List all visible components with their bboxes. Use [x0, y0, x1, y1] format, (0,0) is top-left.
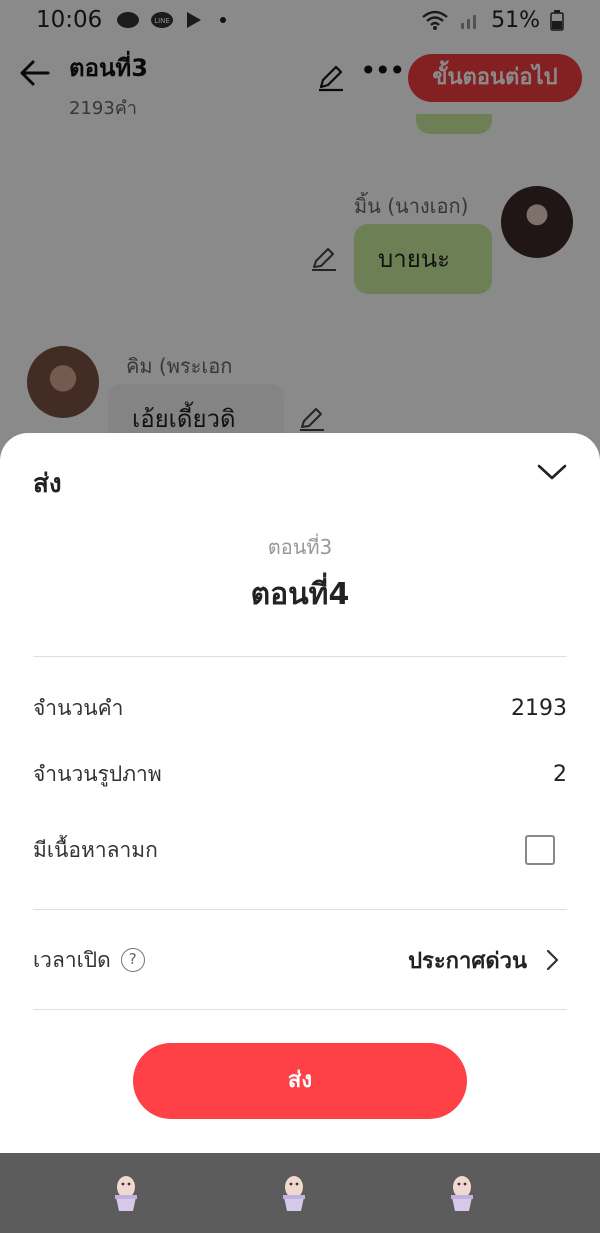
publish-time-row[interactable]: เวลาเปิด ? ประกาศด่วน: [33, 940, 567, 980]
cactus-pot-icon[interactable]: [110, 1173, 142, 1213]
publish-time-value: ประกาศด่วน: [408, 948, 527, 974]
send-button[interactable]: ส่ง: [133, 1043, 467, 1119]
word-count-row: จำนวนคำ 2193: [33, 688, 567, 728]
help-icon[interactable]: ?: [120, 948, 145, 972]
send-bottom-sheet: ส่ง ตอนที่3 ตอนที่4 จำนวนคำ 2193 จำนวนรู…: [0, 433, 600, 1153]
word-count-value: 2193: [511, 695, 567, 721]
mature-content-checkbox[interactable]: [525, 835, 555, 865]
from-episode: ตอนที่3: [267, 535, 333, 559]
word-count-label: จำนวนคำ: [33, 695, 124, 720]
divider: [33, 909, 567, 910]
image-count-label: จำนวนรูปภาพ: [33, 761, 162, 786]
divider: [33, 1009, 567, 1010]
sheet-title: ส่ง: [33, 469, 62, 499]
chevron-down-icon[interactable]: [536, 459, 568, 485]
mature-content-row: มีเนื้อหาลามก: [33, 830, 567, 870]
chevron-right-icon: [546, 949, 559, 971]
image-count-row: จำนวนรูปภาพ 2: [33, 754, 567, 794]
to-episode: ตอนที่4: [250, 577, 350, 612]
bottom-navigation: [0, 1153, 600, 1233]
cactus-pot-icon[interactable]: [446, 1173, 478, 1213]
cactus-pot-icon[interactable]: [278, 1173, 310, 1213]
publish-time-label: เวลาเปิด: [33, 947, 111, 972]
divider: [33, 656, 567, 657]
mature-content-label: มีเนื้อหาลามก: [33, 837, 158, 862]
image-count-value: 2: [553, 761, 567, 787]
